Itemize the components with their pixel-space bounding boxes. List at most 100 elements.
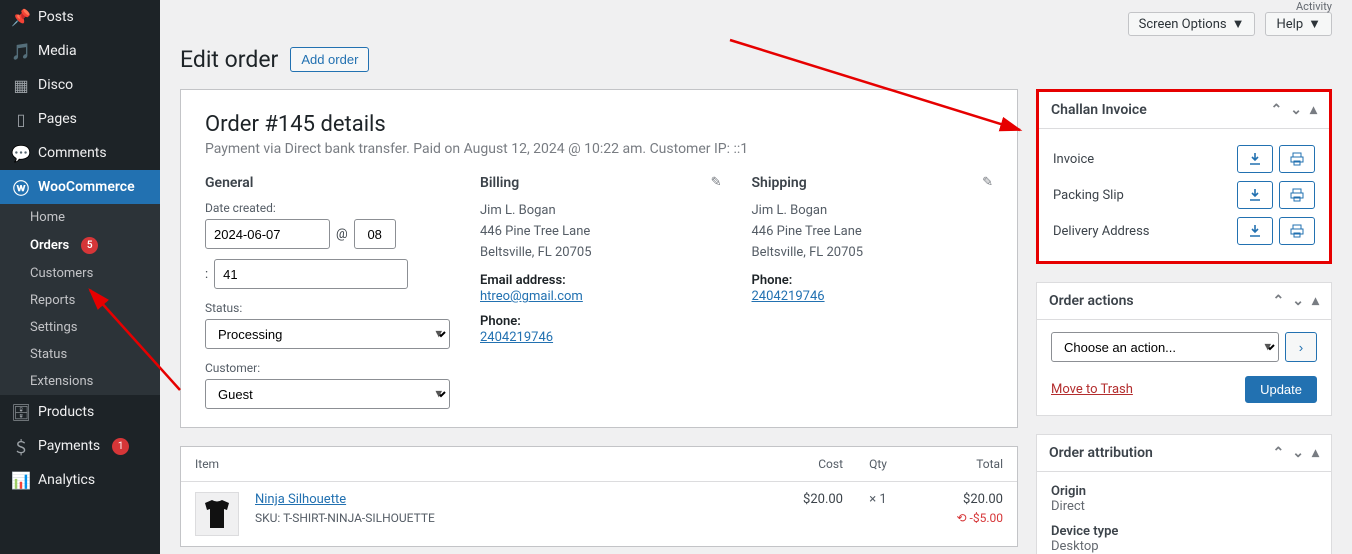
origin-value: Direct <box>1051 499 1317 514</box>
sidebar-item-products[interactable]: 🗄 Products <box>0 395 160 429</box>
billing-address: Jim L. Bogan 446 Pine Tree Lane Beltsvil… <box>480 201 722 263</box>
sidebar-item-posts[interactable]: 📌 Posts <box>0 0 160 34</box>
delivery-download-button[interactable] <box>1237 217 1273 245</box>
order-action-select[interactable]: Choose an action... <box>1051 332 1279 362</box>
media-icon: 🎵 <box>12 42 30 60</box>
sidebar-item-label: Extensions <box>30 374 93 389</box>
status-select[interactable]: Processing <box>205 319 450 349</box>
payments-icon: ＄ <box>12 437 30 455</box>
sidebar-item-label: Products <box>38 404 94 420</box>
order-heading: Order #145 details <box>205 112 993 137</box>
sidebar-item-woocommerce[interactable]: ⓦWooCommerce <box>0 170 160 204</box>
metabox-title: Order attribution <box>1049 445 1153 461</box>
products-icon: 🗄 <box>12 403 30 421</box>
order-items-panel: Item Cost Qty Total Ninja Silhouette SKU… <box>180 446 1018 547</box>
status-label: Status: <box>205 301 450 315</box>
sidebar-item-payments[interactable]: ＄Payments1 <box>0 429 160 463</box>
undo-icon: ⟲ <box>956 511 966 525</box>
sidebar-item-status[interactable]: Status <box>0 341 160 368</box>
order-actions-metabox: Order actions ⌃⌄▴ Choose an action... › … <box>1036 282 1332 416</box>
pin-icon: 📌 <box>12 8 30 26</box>
edit-shipping-icon[interactable]: ✎ <box>982 175 993 190</box>
packing-label: Packing Slip <box>1053 188 1124 203</box>
add-order-button[interactable]: Add order <box>290 47 369 72</box>
sidebar-item-orders[interactable]: Orders 5 <box>0 231 160 260</box>
billing-phone-link[interactable]: 2404219746 <box>480 330 553 345</box>
sidebar-item-comments[interactable]: 💬 Comments <box>0 136 160 170</box>
minute-input[interactable] <box>214 259 408 289</box>
sidebar-item-extensions[interactable]: Extensions <box>0 368 160 395</box>
refund-amount: -$5.00 <box>970 511 1003 525</box>
move-down-icon[interactable]: ⌄ <box>1292 445 1304 461</box>
sidebar-item-label: WooCommerce <box>38 179 135 195</box>
move-down-icon[interactable]: ⌄ <box>1290 102 1302 118</box>
billing-email-link[interactable]: htreo@gmail.com <box>480 289 583 304</box>
sidebar-item-label: Settings <box>30 320 77 335</box>
hour-input[interactable] <box>354 219 396 249</box>
edit-billing-icon[interactable]: ✎ <box>711 175 722 190</box>
move-up-icon[interactable]: ⌃ <box>1271 102 1283 118</box>
move-up-icon[interactable]: ⌃ <box>1273 445 1285 461</box>
page-title: Edit order <box>180 46 278 73</box>
section-title: General <box>205 175 450 191</box>
main-content: Activity Screen Options▼ Help▼ Edit orde… <box>160 0 1352 554</box>
tshirt-icon <box>202 497 232 531</box>
comment-icon: 💬 <box>12 144 30 162</box>
sidebar-item-disco[interactable]: ▦Disco <box>0 68 160 102</box>
date-input[interactable] <box>205 219 330 249</box>
billing-column: Billing ✎ Jim L. Bogan 446 Pine Tree Lan… <box>480 175 722 409</box>
help-button[interactable]: Help▼ <box>1265 12 1332 36</box>
move-to-trash-link[interactable]: Move to Trash <box>1051 382 1133 397</box>
toggle-icon[interactable]: ▴ <box>1312 445 1319 461</box>
sidebar-item-label: Comments <box>38 145 107 161</box>
item-qty: × 1 <box>843 492 913 507</box>
invoice-print-button[interactable] <box>1279 145 1315 173</box>
order-attribution-metabox: Order attribution ⌃ ⌄ ▴ OriginDirect Devic… <box>1036 434 1332 554</box>
update-button[interactable]: Update <box>1245 376 1317 403</box>
product-name-link[interactable]: Ninja Silhouette <box>255 492 346 507</box>
sidebar-item-label: Analytics <box>38 472 95 488</box>
move-down-icon[interactable]: ⌄ <box>1292 293 1304 309</box>
sidebar-item-label: Disco <box>38 77 73 93</box>
item-row: Ninja Silhouette SKU: T-SHIRT-NINJA-SILH… <box>181 482 1017 546</box>
sidebar-item-label: Media <box>38 43 77 59</box>
challan-invoice-metabox: Challan Invoice ⌃⌄▴ Invoice Packing <box>1036 89 1332 264</box>
sidebar-item-media[interactable]: 🎵 Media <box>0 34 160 68</box>
apply-action-button[interactable]: › <box>1285 332 1317 362</box>
invoice-label: Invoice <box>1053 152 1094 167</box>
admin-sidebar: 📌 Posts 🎵 Media ▦Disco ▯Pages 💬 Comments ⓦW… <box>0 0 160 554</box>
colon-symbol: : <box>205 267 208 282</box>
col-total: Total <box>913 457 1003 471</box>
item-total-col: $20.00 ⟲ -$5.00 <box>913 492 1003 525</box>
packing-download-button[interactable] <box>1237 181 1273 209</box>
button-label: Help <box>1276 17 1303 32</box>
order-details-panel: Order #145 details Payment via Direct ba… <box>180 89 1018 428</box>
invoice-download-button[interactable] <box>1237 145 1273 173</box>
sidebar-item-reports[interactable]: Reports <box>0 287 160 314</box>
order-sub: Payment via Direct bank transfer. Paid o… <box>205 141 993 157</box>
orders-badge: 5 <box>81 237 98 254</box>
packing-print-button[interactable] <box>1279 181 1315 209</box>
sidebar-item-pages[interactable]: ▯Pages <box>0 102 160 136</box>
customer-select[interactable]: Guest <box>205 379 450 409</box>
sidebar-item-label: Payments <box>38 438 100 454</box>
sidebar-item-label: Posts <box>38 9 74 25</box>
toggle-icon[interactable]: ▴ <box>1312 293 1319 309</box>
screen-options-button[interactable]: Screen Options▼ <box>1128 12 1256 36</box>
sidebar-item-label: Pages <box>38 111 77 127</box>
sidebar-item-settings[interactable]: Settings <box>0 314 160 341</box>
button-label: Screen Options <box>1139 17 1227 32</box>
shipping-phone-link[interactable]: 2404219746 <box>752 289 825 304</box>
origin-label: Origin <box>1051 484 1317 499</box>
section-title: Shipping <box>752 175 994 191</box>
delivery-print-button[interactable] <box>1279 217 1315 245</box>
sidebar-item-label: Orders <box>30 238 69 253</box>
sidebar-item-analytics[interactable]: 📊Analytics <box>0 463 160 497</box>
sidebar-item-customers[interactable]: Customers <box>0 260 160 287</box>
sku-value: T-SHIRT-NINJA-SILHOUETTE <box>283 511 435 525</box>
toggle-icon[interactable]: ▴ <box>1310 102 1317 118</box>
device-label: Device type <box>1051 524 1317 539</box>
move-up-icon[interactable]: ⌃ <box>1273 293 1285 309</box>
sidebar-item-home[interactable]: Home <box>0 204 160 231</box>
sidebar-item-label: Home <box>30 210 65 225</box>
